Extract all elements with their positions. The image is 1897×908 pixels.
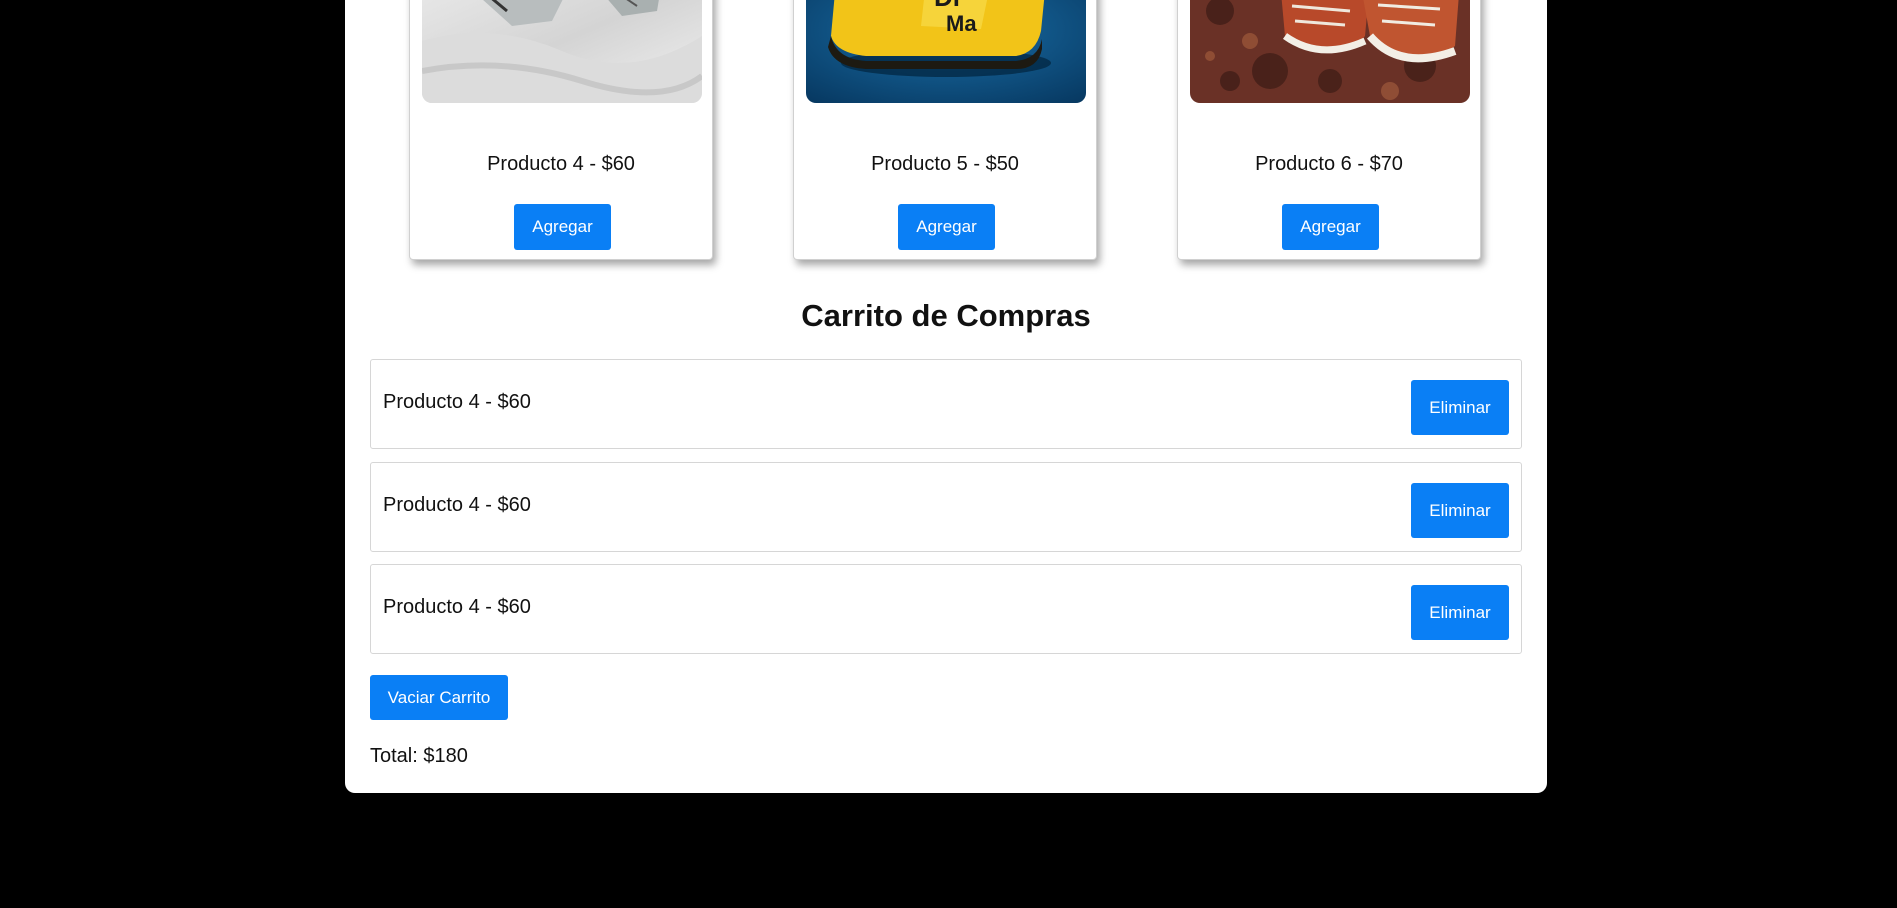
- product-name: Producto 5 - $50: [871, 153, 1019, 175]
- product-image: [1190, 0, 1470, 103]
- remove-item-button[interactable]: Eliminar: [1411, 483, 1509, 538]
- cart-item-label: Producto 4 - $60: [383, 494, 531, 516]
- cart-item: Producto 4 - $60 Eliminar: [370, 359, 1522, 449]
- product-name: Producto 4 - $60: [487, 153, 635, 175]
- svg-text:Ma: Ma: [946, 11, 977, 36]
- product-grid: Producto 4 - $60 Agregar Ma Producto 5 -…: [409, 0, 1483, 262]
- product-image: [422, 0, 702, 103]
- cart-item: Producto 4 - $60 Eliminar: [370, 462, 1522, 552]
- add-to-cart-button[interactable]: Agregar: [898, 204, 995, 250]
- add-to-cart-button[interactable]: Agregar: [1282, 204, 1379, 250]
- cart-item: Producto 4 - $60 Eliminar: [370, 564, 1522, 654]
- product-name: Producto 6 - $70: [1255, 153, 1403, 175]
- product-card: Producto 6 - $70 Agregar: [1177, 0, 1481, 260]
- product-card: Producto 4 - $60 Agregar: [409, 0, 713, 260]
- cart-item-label: Producto 4 - $60: [383, 391, 531, 413]
- remove-item-button[interactable]: Eliminar: [1411, 585, 1509, 640]
- remove-item-button[interactable]: Eliminar: [1411, 380, 1509, 435]
- product-card: Dr Ma Producto 5 - $50 Agregar: [793, 0, 1097, 260]
- cart-item-label: Producto 4 - $60: [383, 596, 531, 618]
- cart-total: Total: $180: [370, 745, 468, 767]
- clear-cart-button[interactable]: Vaciar Carrito: [370, 675, 508, 720]
- add-to-cart-button[interactable]: Agregar: [514, 204, 611, 250]
- product-image: Dr Ma: [806, 0, 1086, 103]
- cart-title: Carrito de Compras: [801, 298, 1091, 333]
- shop-panel: Producto 4 - $60 Agregar Ma Producto 5 -…: [345, 0, 1547, 793]
